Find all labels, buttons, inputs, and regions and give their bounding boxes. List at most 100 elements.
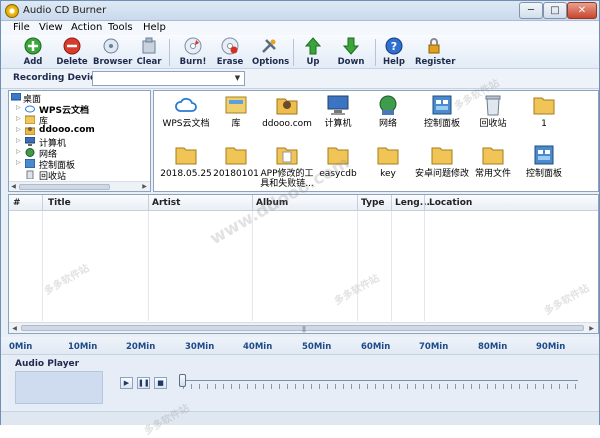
menu-file[interactable]: File [13, 22, 30, 33]
register-button[interactable]: Register [415, 37, 455, 68]
file-item[interactable]: key [358, 143, 418, 189]
column-title[interactable]: Title [48, 198, 71, 208]
add-icon [24, 37, 42, 55]
expand-icon[interactable]: ▷ [16, 159, 22, 167]
svg-text:?: ? [391, 40, 397, 53]
seek-slider-thumb[interactable] [179, 374, 186, 387]
scroll-right-icon[interactable]: ▶ [140, 182, 149, 191]
toolbar-separator [375, 39, 376, 66]
folder-icon [276, 147, 298, 165]
grip-icon: ||| [302, 326, 306, 333]
erase-label: Erase [216, 57, 244, 67]
control-panel-icon [534, 145, 554, 165]
chevron-down-icon[interactable]: ▼ [232, 73, 243, 84]
scroll-right-icon[interactable]: ▶ [587, 324, 596, 333]
file-label: 网络 [378, 119, 397, 129]
device-bar: Recording Device ▼ [1, 69, 599, 89]
timeline-tick: 40Min [243, 342, 273, 352]
track-list[interactable]: # Title Artist Album Type Leng... Locati… [8, 194, 599, 334]
expand-icon[interactable]: ▷ [16, 115, 22, 123]
pause-icon: ❚❚ [138, 379, 150, 387]
help-button[interactable]: ? Help [382, 37, 406, 68]
expand-icon[interactable]: ▷ [16, 104, 22, 112]
scrollbar-thumb[interactable]: ||| [21, 325, 584, 333]
folder-icon [225, 147, 247, 165]
expand-icon[interactable]: ▷ [16, 137, 22, 145]
down-button[interactable]: Down [337, 37, 365, 68]
menu-action[interactable]: Action [71, 22, 102, 33]
capacity-timeline: 0Min 10Min 20Min 30Min 40Min 50Min 60Min… [1, 337, 599, 355]
scroll-left-icon[interactable]: ◀ [9, 182, 18, 191]
pause-button[interactable]: ❚❚ [137, 377, 150, 389]
column-divider[interactable] [391, 195, 392, 211]
stop-button[interactable]: ■ [154, 377, 167, 389]
file-item[interactable]: 1 [514, 93, 574, 139]
burn-button[interactable]: Burn! [179, 37, 207, 68]
column-divider[interactable] [42, 195, 43, 211]
timeline-tick: 70Min [419, 342, 449, 352]
column-divider[interactable] [357, 195, 358, 211]
app-window: Audio CD Burner ─ □ ✕ File View Action T… [0, 0, 600, 437]
cd-app-icon [5, 4, 19, 18]
title-bar: Audio CD Burner ─ □ ✕ [1, 1, 599, 21]
play-icon: ▶ [123, 379, 130, 387]
player-display [15, 371, 103, 404]
library-icon [225, 96, 247, 114]
scrollbar-thumb[interactable] [19, 184, 110, 190]
folder-tree[interactable]: 桌面 ▷ WPS云文档 ▷ 库 ▷ ddooo.com ▷ 计算机 ▷ 网络 ▷… [8, 90, 151, 192]
column-type[interactable]: Type [361, 198, 384, 208]
menu-tools[interactable]: Tools [108, 22, 133, 33]
toolbar: Add Delete Browser Clear Burn! Erase Opt… [1, 35, 599, 69]
file-browser[interactable]: WPS云文档 库 ddooo.com 计算机 网络 控制面板 回收站 1 201… [153, 90, 599, 192]
recording-device-select[interactable]: ▼ [92, 71, 245, 86]
timeline-tick: 50Min [302, 342, 332, 352]
add-label: Add [23, 57, 43, 67]
timeline-tick: 0Min [9, 342, 33, 352]
timeline-tick: 10Min [68, 342, 98, 352]
column-divider[interactable] [424, 195, 425, 211]
desktop-icon [11, 93, 21, 101]
file-item[interactable]: 网络 [358, 93, 418, 139]
options-button[interactable]: Options [252, 37, 289, 68]
tree-horizontal-scrollbar[interactable]: ◀ ▶ [9, 181, 150, 191]
timeline-tick: 80Min [478, 342, 508, 352]
column-number[interactable]: # [13, 198, 21, 208]
up-button[interactable]: Up [301, 37, 325, 68]
cloud-icon [175, 97, 197, 112]
delete-button[interactable]: Delete [56, 37, 88, 68]
grid-line [424, 211, 425, 321]
network-icon [25, 148, 35, 157]
delete-label: Delete [56, 57, 88, 67]
file-item[interactable]: 控制面板 [514, 143, 574, 189]
add-button[interactable]: Add [19, 37, 47, 68]
stop-icon: ■ [157, 379, 164, 387]
expand-icon[interactable]: ▷ [16, 148, 22, 156]
close-button[interactable]: ✕ [567, 2, 597, 19]
column-artist[interactable]: Artist [152, 198, 180, 208]
erase-button[interactable]: Erase [216, 37, 244, 68]
computer-icon [327, 95, 349, 115]
maximize-button[interactable]: □ [543, 2, 567, 19]
play-button[interactable]: ▶ [120, 377, 133, 389]
erase-cd-icon [221, 37, 239, 55]
help-icon: ? [385, 37, 403, 55]
grid-line [42, 211, 43, 321]
burn-label: Burn! [179, 57, 207, 67]
expand-icon[interactable]: ▷ [16, 126, 22, 134]
scroll-left-icon[interactable]: ◀ [10, 324, 19, 333]
column-divider[interactable] [148, 195, 149, 211]
track-list-horizontal-scrollbar[interactable]: ◀ ||| ▶ [9, 322, 598, 333]
menu-help[interactable]: Help [143, 22, 166, 33]
menu-view[interactable]: View [39, 22, 63, 33]
tools-icon [262, 39, 276, 53]
minimize-button[interactable]: ─ [519, 2, 543, 19]
audio-player: Audio Player ▶ ❚❚ ■ [8, 355, 599, 410]
column-location[interactable]: Location [429, 198, 472, 208]
browser-label: Browser [93, 57, 133, 67]
library-icon [25, 115, 35, 124]
recording-device-label: Recording Device [13, 73, 102, 83]
clear-button[interactable]: Clear [136, 37, 162, 68]
browser-button[interactable]: Browser [93, 37, 133, 68]
arrow-up-icon [304, 37, 322, 55]
help-label: Help [383, 57, 405, 67]
